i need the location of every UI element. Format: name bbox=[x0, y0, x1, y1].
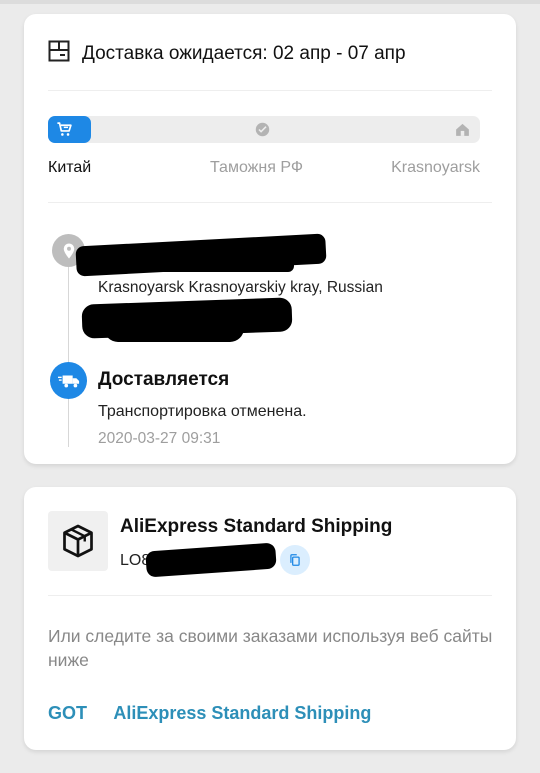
status-description: Транспортировка отменена. bbox=[98, 403, 307, 420]
top-strip bbox=[0, 0, 540, 4]
shipping-progress-bar bbox=[48, 116, 480, 143]
divider bbox=[48, 202, 492, 203]
customs-icon bbox=[254, 121, 271, 138]
redacted-address bbox=[104, 314, 244, 342]
redacted-tracking bbox=[145, 542, 277, 578]
delivery-estimate-text: Доставка ожидается: 02 апр - 07 апр bbox=[82, 42, 406, 64]
stage-label-destination: Krasnoyarsk bbox=[391, 159, 480, 176]
cart-icon bbox=[56, 121, 73, 138]
copy-icon[interactable] bbox=[280, 545, 310, 575]
delivery-estimate: Доставка ожидается: 02 апр - 07 апр bbox=[48, 40, 406, 67]
link-aliexpress-shipping[interactable]: AliExpress Standard Shipping bbox=[113, 703, 371, 723]
timeline-line bbox=[68, 267, 69, 447]
redacted-name bbox=[94, 254, 294, 272]
tracking-card: Доставка ожидается: 02 апр - 07 апр Кита… bbox=[24, 14, 516, 464]
truck-icon bbox=[50, 362, 87, 399]
box-icon bbox=[48, 511, 108, 571]
divider bbox=[48, 90, 492, 91]
stage-label-china: Китай bbox=[48, 159, 92, 176]
status-title: Доставляется bbox=[98, 369, 230, 390]
carrier-name: AliExpress Standard Shipping bbox=[120, 516, 393, 537]
shipping-card: AliExpress Standard Shipping LO85 Или сл… bbox=[24, 487, 516, 750]
address-line: Krasnoyarsk Krasnoyarskiy kray, Russian bbox=[98, 279, 383, 296]
package-calendar-icon bbox=[48, 40, 70, 67]
link-got[interactable]: GOT bbox=[48, 703, 87, 723]
divider bbox=[48, 595, 492, 596]
status-timestamp: 2020-03-27 09:31 bbox=[98, 430, 221, 447]
tracking-links: GOT AliExpress Standard Shipping bbox=[48, 703, 393, 724]
stage-label-customs: Таможня РФ bbox=[210, 159, 303, 176]
home-icon bbox=[454, 121, 471, 138]
tracking-hint: Или следите за своими заказами используя… bbox=[48, 626, 493, 670]
